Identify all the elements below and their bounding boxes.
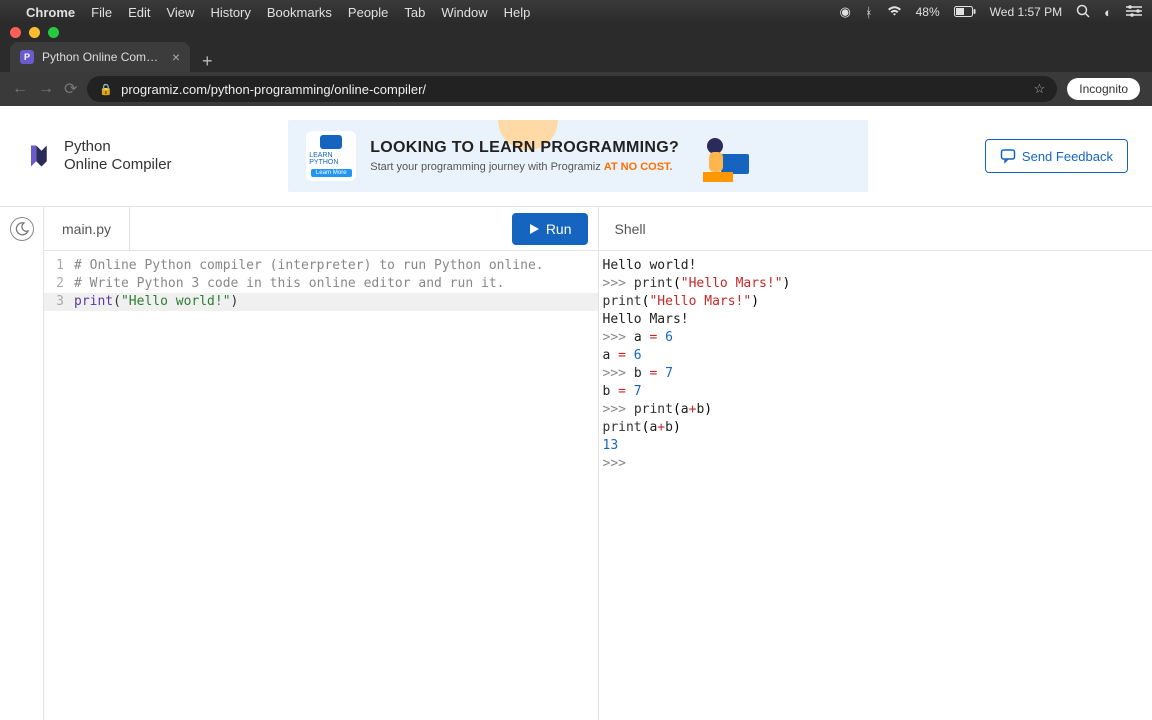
window-zoom-button[interactable] [48,27,59,38]
lock-icon[interactable]: 🔒 [99,83,113,96]
line-number: 1 [44,257,74,275]
moon-icon [15,222,29,236]
siri-icon[interactable]: ◐ [1104,5,1112,20]
nav-back-button[interactable]: ← [12,80,28,98]
browser-tab[interactable]: P Python Online Compiler (Interp × [10,42,190,72]
shell-title: Shell [599,207,1152,251]
editor-pane: main.py Run 1# Online Python compiler (i… [44,207,599,720]
banner-title: LOOKING TO LEARN PROGRAMMING? [370,139,679,157]
code-content[interactable]: # Online Python compiler (interpreter) t… [74,257,544,275]
code-line[interactable]: 2# Write Python 3 code in this online ed… [44,275,598,293]
url-text[interactable]: programiz.com/python-programming/online-… [121,82,1026,97]
shell-line: print("Hello Mars!") [603,293,1149,311]
code-line[interactable]: 1# Online Python compiler (interpreter) … [44,257,598,275]
menubar-datetime[interactable]: Wed 1:57 PM [990,5,1062,19]
menu-tab[interactable]: Tab [404,5,425,20]
send-feedback-button[interactable]: Send Feedback [985,139,1128,173]
play-icon [528,223,540,235]
logo-icon [24,142,52,170]
tab-close-icon[interactable]: × [172,49,180,65]
page-content: Python Online Compiler LEARN PYTHON Lear… [0,106,1152,720]
bluetooth-icon[interactable]: ᚼ [865,5,873,20]
line-number: 2 [44,275,74,293]
menu-edit[interactable]: Edit [128,5,150,20]
address-bar[interactable]: 🔒 programiz.com/python-programming/onlin… [87,76,1057,102]
run-button[interactable]: Run [512,213,588,245]
left-sidebar [0,207,44,720]
run-label: Run [546,221,572,237]
menu-view[interactable]: View [166,5,194,20]
feedback-icon [1000,148,1016,164]
screen-record-icon[interactable]: ◉ [839,4,850,20]
wifi-icon[interactable] [887,5,902,20]
menu-people[interactable]: People [348,5,388,20]
shell-line: >>> print("Hello Mars!") [603,275,1149,293]
nav-reload-button[interactable]: ⟳ [64,79,77,99]
menubar-app-name[interactable]: Chrome [26,5,75,20]
macos-menubar: Chrome File Edit View History Bookmarks … [0,0,1152,24]
shell-line: 13 [603,437,1149,455]
menu-history[interactable]: History [210,5,250,20]
shell-output[interactable]: Hello world!>>> print("Hello Mars!")prin… [599,251,1152,479]
logo-text-line2: Online Compiler [64,156,172,174]
promo-banner[interactable]: LEARN PYTHON Learn More LOOKING TO LEARN… [288,120,868,192]
nav-forward-button: → [38,80,54,98]
control-center-icon[interactable] [1126,5,1142,20]
shell-line: >>> b = 7 [603,365,1149,383]
battery-icon[interactable] [954,5,976,20]
editor-filename-tab[interactable]: main.py [44,207,130,250]
tab-title: Python Online Compiler (Interp [42,50,164,64]
site-logo[interactable]: Python Online Compiler [24,138,172,174]
shell-pane: Shell Hello world!>>> print("Hello Mars!… [599,207,1152,720]
shell-line: Hello world! [603,257,1149,275]
banner-card-label: LEARN PYTHON [309,152,353,166]
shell-line: >>> print(a+b) [603,401,1149,419]
shell-line: Hello Mars! [603,311,1149,329]
shell-line: a = 6 [603,347,1149,365]
code-content[interactable]: print("Hello world!") [74,293,238,311]
shell-line: print(a+b) [603,419,1149,437]
banner-subtitle: Start your programming journey with Prog… [370,161,679,173]
incognito-badge[interactable]: Incognito [1067,78,1140,100]
banner-card-icon: LEARN PYTHON Learn More [306,131,356,181]
menu-help[interactable]: Help [504,5,531,20]
browser-toolbar: ← → ⟳ 🔒 programiz.com/python-programming… [0,72,1152,106]
bookmark-star-icon[interactable]: ☆ [1034,81,1046,97]
shell-line[interactable]: >>> [603,455,1149,473]
menu-window[interactable]: Window [441,5,487,20]
logo-text-line1: Python [64,138,172,156]
banner-illustration-icon [693,126,753,186]
code-line[interactable]: 3print("Hello world!") [44,293,598,311]
site-header: Python Online Compiler LEARN PYTHON Lear… [0,106,1152,206]
banner-card-cta: Learn More [311,169,352,177]
window-close-button[interactable] [10,27,21,38]
browser-tabstrip: P Python Online Compiler (Interp × + [0,40,1152,72]
menu-file[interactable]: File [91,5,112,20]
code-content[interactable]: # Write Python 3 code in this online edi… [74,275,504,293]
tab-favicon-icon: P [20,50,34,64]
shell-line: b = 7 [603,383,1149,401]
menu-bookmarks[interactable]: Bookmarks [267,5,332,20]
shell-line: >>> a = 6 [603,329,1149,347]
window-minimize-button[interactable] [29,27,40,38]
workspace: main.py Run 1# Online Python compiler (i… [0,206,1152,720]
spotlight-icon[interactable] [1076,4,1090,21]
theme-toggle-button[interactable] [10,217,34,241]
code-editor[interactable]: 1# Online Python compiler (interpreter) … [44,251,598,317]
new-tab-button[interactable]: + [190,51,225,72]
feedback-label: Send Feedback [1022,149,1113,164]
battery-percent: 48% [916,5,940,19]
window-controls [0,24,1152,40]
line-number: 3 [44,293,74,311]
